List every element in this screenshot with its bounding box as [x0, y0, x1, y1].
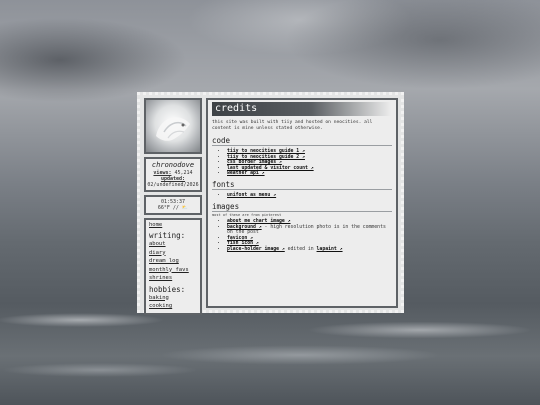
nav-link-cooking[interactable]: cooking: [149, 302, 197, 311]
nav-hobbies-header: hobbies:: [149, 284, 186, 294]
weather-readout: 66°F // ⛅: [157, 205, 189, 211]
clock-widget: 01:53:37 66°F // ⛅: [144, 195, 202, 215]
profile-name: chronodove: [151, 161, 195, 169]
credit-link[interactable]: about me chart image ↗: [227, 219, 291, 224]
fonts-heading: fonts: [212, 180, 392, 190]
sidebar: chronodove views: 45,214 updated: 02/und…: [144, 98, 202, 318]
fonts-list: unifont as menu ↗: [212, 193, 392, 199]
nav-link-monthly-favs[interactable]: monthly favs: [149, 266, 197, 275]
credit-link[interactable]: lapaint ↗: [317, 247, 343, 252]
ocean-waves: [0, 300, 540, 405]
credit-link[interactable]: fish icon ↗: [227, 241, 259, 246]
nav-home-link[interactable]: home: [149, 222, 197, 228]
code-list: tiiy to neocities guide 1 ↗ tiiy to neoc…: [212, 149, 392, 177]
list-item: place-holder image ↗ edited in lapaint ↗: [227, 247, 392, 253]
sidebar-nav: home writing: about diary dream log mont…: [144, 218, 202, 315]
images-subnote: most of these are from pinterest: [212, 212, 282, 217]
nav-link-about[interactable]: about: [149, 240, 197, 249]
avatar: [144, 98, 202, 154]
nav-link-baking[interactable]: baking: [149, 294, 197, 303]
credit-note: edited in: [284, 247, 317, 253]
nav-link-shrines[interactable]: shrines: [149, 274, 197, 283]
credit-link[interactable]: tiiy to neocities guide 1 ↗: [227, 149, 305, 154]
nav-link-dream-log[interactable]: dream log: [149, 257, 197, 266]
images-heading: images: [212, 202, 392, 212]
images-list: about me chart image ↗ background ↗ - hi…: [212, 219, 392, 253]
nav-link-diary[interactable]: diary: [149, 249, 197, 258]
credit-link[interactable]: css border images ↗: [227, 160, 282, 165]
nav-writing-header: writing:: [149, 231, 186, 240]
code-heading: code: [212, 136, 392, 146]
intro-text: this site was built with tiiy and hosted…: [212, 120, 373, 131]
credit-link[interactable]: weather api ↗: [227, 171, 265, 176]
credit-link[interactable]: background ↗: [227, 225, 262, 230]
credit-link[interactable]: place-holder image ↗: [227, 247, 285, 252]
list-item: unifont as menu ↗: [227, 193, 392, 199]
list-item: background ↗ - high resolution photo is …: [227, 225, 392, 236]
credit-link[interactable]: unifont as menu ↗: [227, 193, 276, 198]
credit-link[interactable]: tiiy to neocities guide 2 ↗: [227, 155, 305, 160]
updated-date: 02/undefined/2026: [147, 182, 199, 188]
profile-card: chronodove views: 45,214 updated: 02/und…: [144, 157, 202, 192]
page-title: credits: [212, 102, 392, 116]
main-content: credits this site was built with tiiy an…: [206, 98, 398, 308]
site-frame: chronodove views: 45,214 updated: 02/und…: [137, 92, 404, 315]
fish-icon: [156, 117, 190, 141]
list-item: weather api ↗: [227, 171, 392, 177]
